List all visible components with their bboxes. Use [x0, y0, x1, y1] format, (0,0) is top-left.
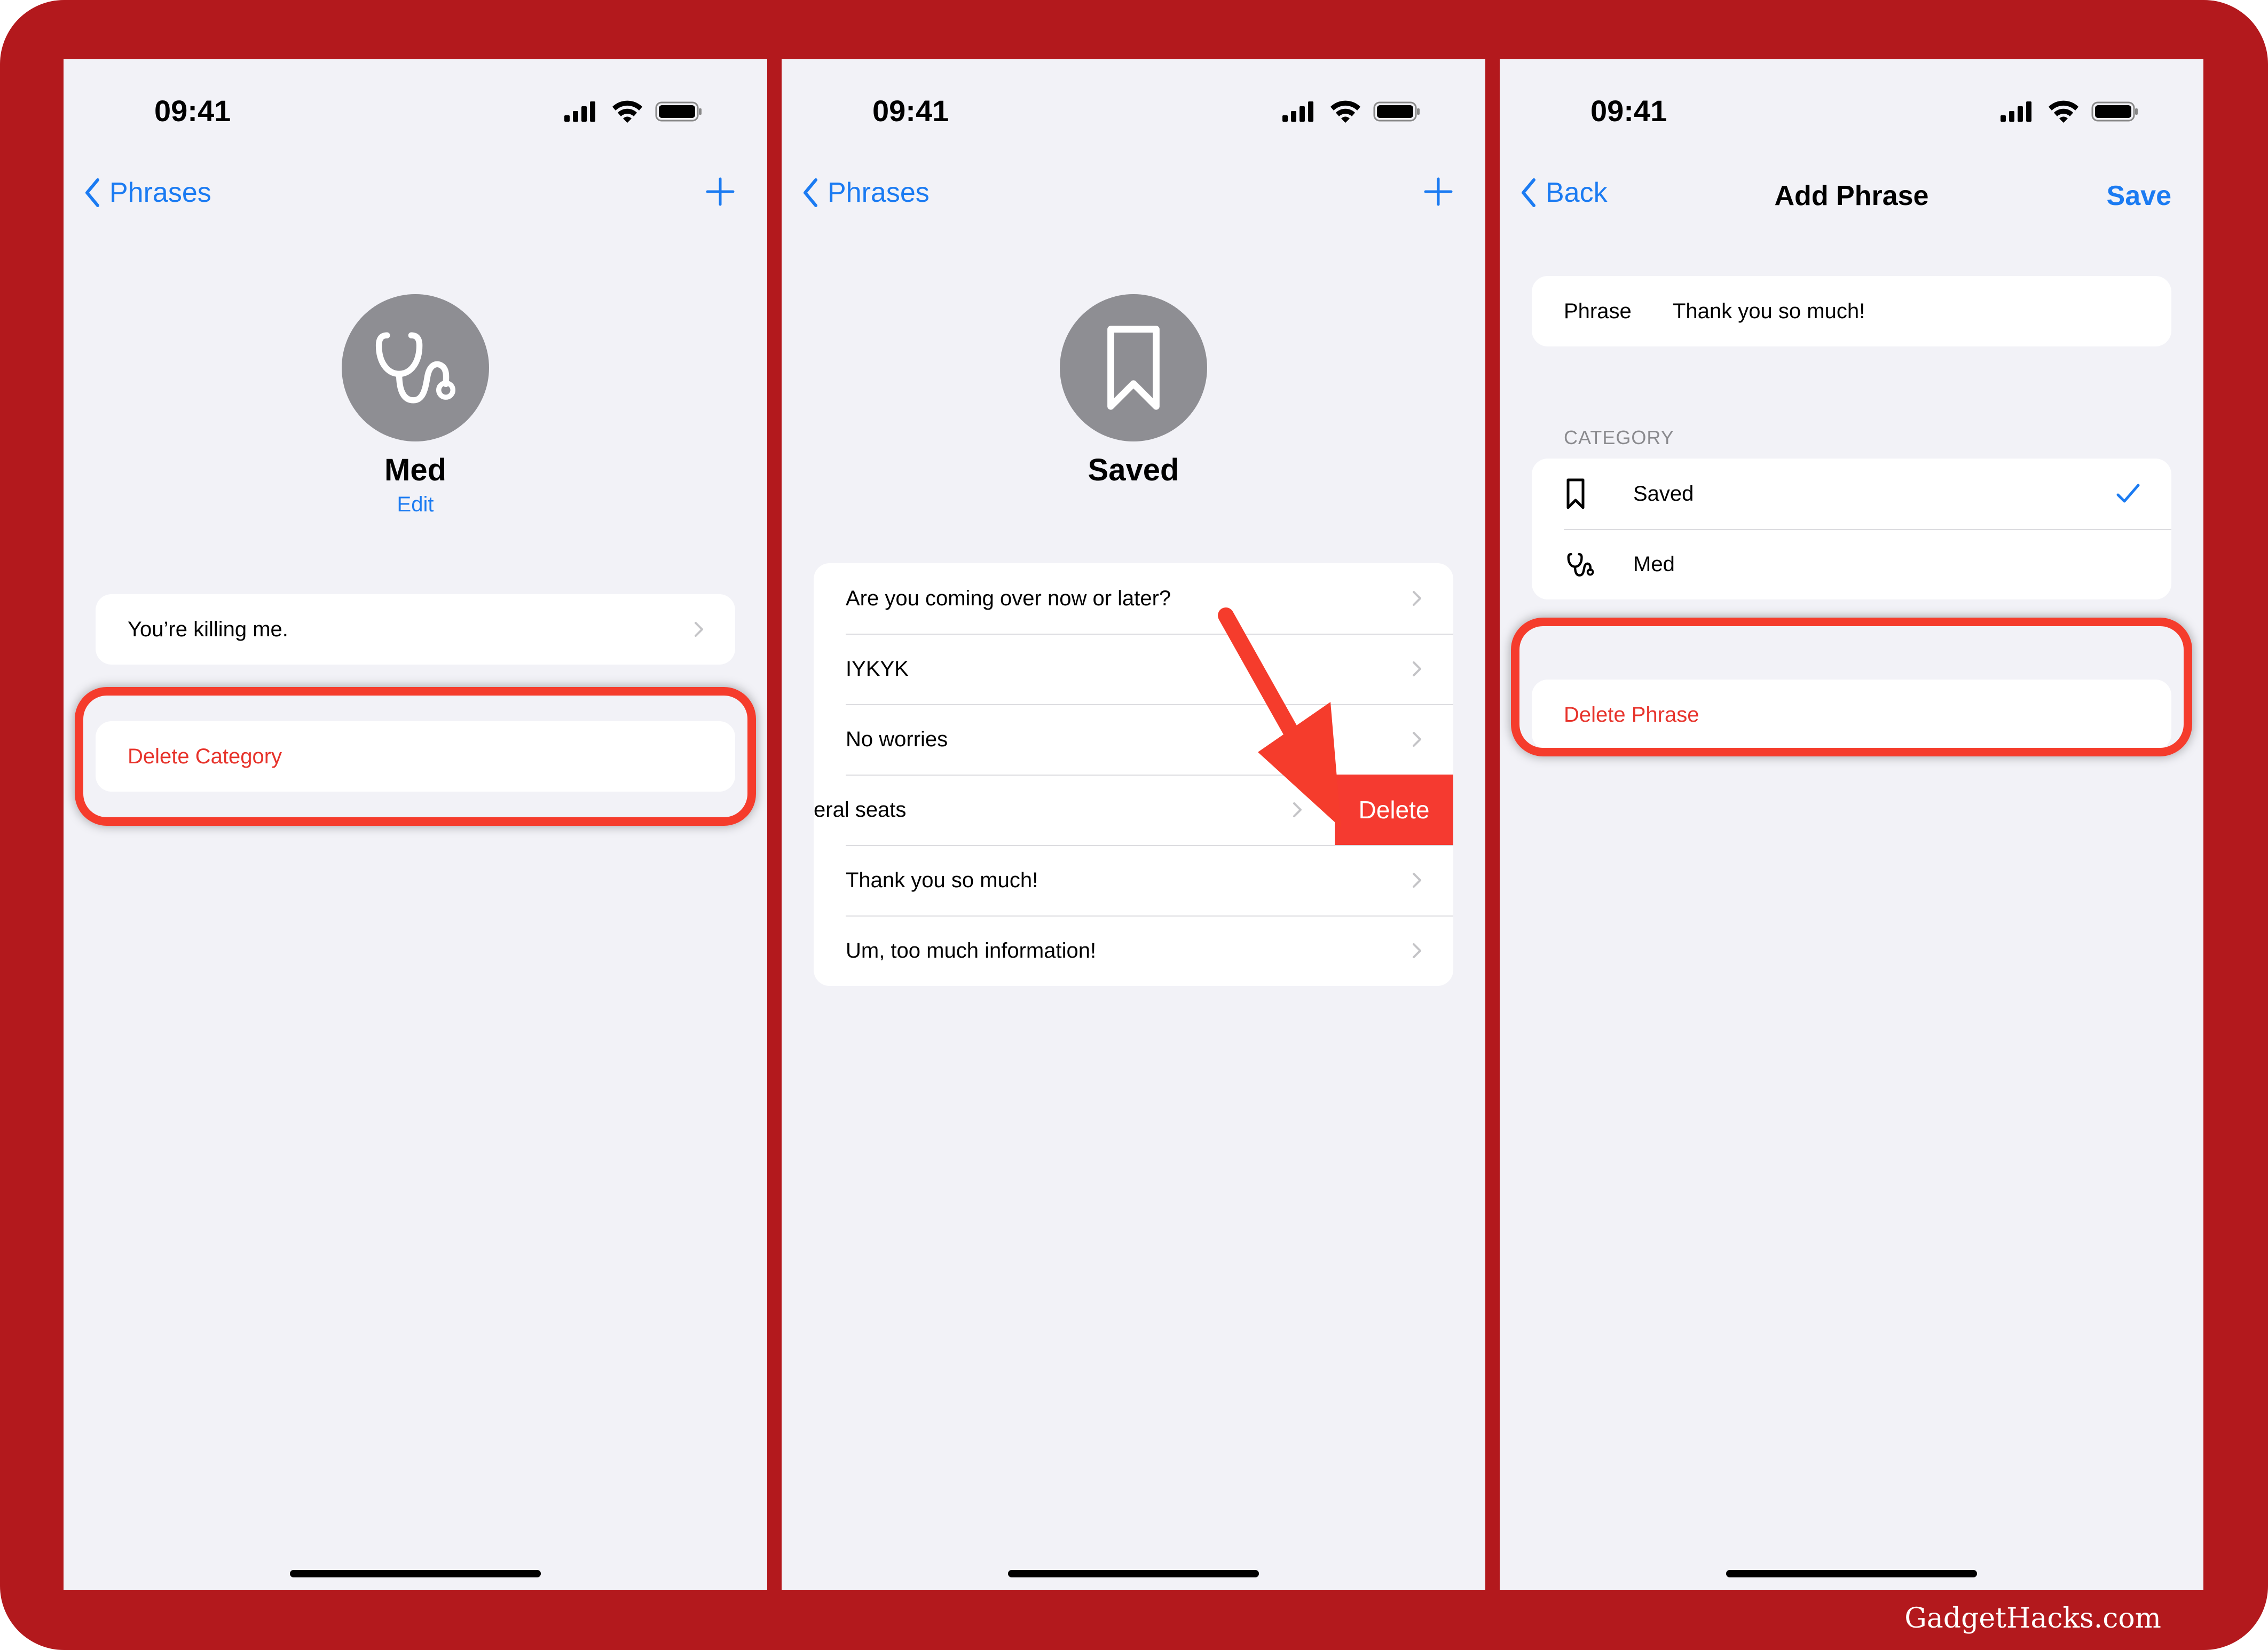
chevron-left-icon	[85, 178, 99, 207]
category-title: Med	[384, 453, 446, 487]
status-time: 09:41	[1590, 94, 1667, 128]
chevron-right-icon	[1413, 943, 1421, 958]
cellular-signal-icon	[2001, 101, 2031, 122]
list-item[interactable]: Um, too much information!	[814, 915, 1453, 986]
bookmark-icon	[1107, 326, 1160, 410]
category-section-header: CATEGORY	[1564, 427, 1674, 448]
category-option-saved[interactable]: Saved	[1532, 459, 2171, 529]
phrase-field-label: Phrase	[1564, 299, 1632, 323]
nav-bar: Back Add Phrase Save	[1500, 161, 2203, 225]
phrase-text: You’re killing me.	[128, 617, 288, 641]
status-icons	[1282, 100, 1420, 123]
category-option-med[interactable]: Med	[1532, 529, 2171, 599]
back-button-label: Phrases	[828, 177, 930, 208]
screen-add-phrase: 09:41 Back Add Phrase Save Phrase Thank …	[1500, 59, 2203, 1590]
status-time: 09:41	[872, 94, 949, 128]
phrase-text: IYKYK	[846, 657, 909, 681]
list-item[interactable]: No worries	[814, 704, 1453, 775]
home-indicator	[290, 1570, 541, 1577]
back-button[interactable]: Phrases	[802, 176, 930, 210]
category-list: Saved Med	[1532, 459, 2171, 599]
watermark-text: GadgetHacks.com	[1904, 1602, 2161, 1635]
back-button-label: Phrases	[109, 177, 211, 208]
cellular-signal-icon	[564, 101, 595, 122]
battery-icon	[2091, 101, 2138, 122]
category-avatar	[1060, 294, 1207, 441]
chevron-right-icon	[695, 622, 703, 637]
home-indicator	[1008, 1570, 1259, 1577]
list-item[interactable]: Thank you so much!	[814, 845, 1453, 915]
chevron-right-icon	[1413, 591, 1421, 606]
chevron-right-icon	[1413, 873, 1421, 888]
stethoscope-icon	[375, 332, 456, 404]
status-time: 09:41	[154, 94, 231, 128]
category-option-label: Saved	[1633, 481, 1694, 506]
status-icons	[2001, 100, 2138, 123]
category-title: Saved	[1088, 453, 1179, 487]
battery-icon	[655, 101, 702, 122]
battery-icon	[1373, 101, 1420, 122]
checkmark-icon	[2116, 484, 2140, 503]
stethoscope-icon	[1567, 552, 1594, 577]
cellular-signal-icon	[1282, 101, 1313, 122]
highlight-ring	[75, 687, 756, 826]
wifi-icon	[612, 100, 642, 123]
status-bar: 09:41	[64, 59, 767, 161]
list-item[interactable]: You’re killing me.	[96, 594, 735, 665]
bookmark-icon	[1566, 478, 1585, 509]
plus-icon[interactable]	[1423, 177, 1453, 207]
chevron-right-icon	[1413, 661, 1421, 676]
annotation-arrow-icon	[1218, 607, 1341, 828]
nav-bar: Phrases	[782, 161, 1485, 225]
edit-link[interactable]: Edit	[64, 493, 767, 517]
status-bar: 09:41	[1500, 59, 2203, 161]
category-avatar	[342, 294, 489, 441]
category-option-label: Med	[1633, 552, 1675, 576]
page-title: Add Phrase	[1774, 180, 1929, 211]
wifi-icon	[1330, 100, 1360, 123]
screen-med-category: 09:41 Phrases Med Edit You’re killing me…	[64, 59, 767, 1590]
nav-bar: Phrases	[64, 161, 767, 225]
list-item-swiped[interactable]: eral seats Delete	[814, 775, 1453, 845]
phrase-text: eral seats	[814, 798, 907, 822]
phrase-list: Are you coming over now or later? IYKYK …	[814, 563, 1453, 986]
home-indicator	[1726, 1570, 1977, 1577]
chevron-left-icon	[804, 178, 817, 207]
chevron-right-icon	[1413, 732, 1421, 747]
screen-saved-category: 09:41 Phrases Saved Are you coming over …	[782, 59, 1485, 1590]
status-bar: 09:41	[782, 59, 1485, 161]
phrase-field-card: Phrase Thank you so much!	[1532, 276, 2171, 346]
phrase-field-row[interactable]: Phrase Thank you so much!	[1532, 276, 2171, 346]
save-button[interactable]: Save	[2107, 180, 2171, 212]
list-item[interactable]: Are you coming over now or later?	[814, 563, 1453, 634]
phrase-text: Um, too much information!	[846, 938, 1097, 962]
phrase-text: Are you coming over now or later?	[846, 586, 1171, 610]
phrase-text: Thank you so much!	[846, 868, 1038, 892]
wifi-icon	[2049, 100, 2078, 123]
plus-icon[interactable]	[705, 177, 735, 207]
back-button[interactable]: Phrases	[84, 176, 211, 210]
highlight-ring	[1511, 618, 2192, 756]
outer-frame: 09:41 Phrases Med Edit You’re killing me…	[0, 0, 2268, 1650]
list-item[interactable]: IYKYK	[814, 634, 1453, 704]
status-icons	[564, 100, 702, 123]
phrase-list: You’re killing me.	[96, 594, 735, 665]
phrase-text: No worries	[846, 727, 948, 751]
phrase-field-input[interactable]: Thank you so much!	[1673, 299, 1865, 323]
